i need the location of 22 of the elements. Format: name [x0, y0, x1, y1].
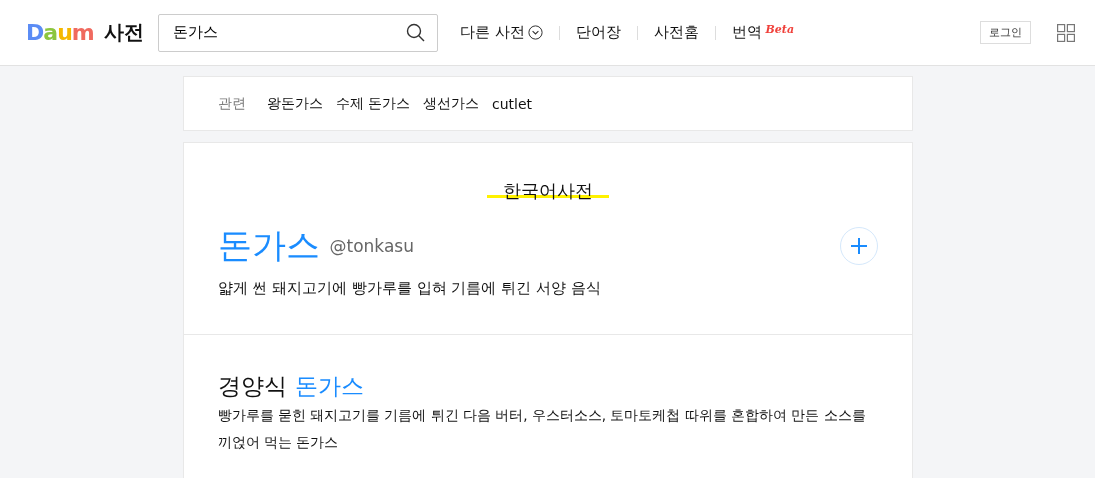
plus-icon: [849, 237, 868, 255]
search-icon[interactable]: [405, 22, 426, 43]
meaning-text: 얇게 썬 돼지고기에 빵가루를 입혀 기름에 튀긴 서양 음식: [217, 279, 602, 298]
login-button[interactable]: 로그인: [980, 21, 1031, 44]
subentry-prefix: 경양식: [217, 372, 287, 401]
nav-link[interactable]: 단어장: [575, 23, 621, 42]
chevron-down-icon[interactable]: [527, 25, 543, 40]
related-label: 관련: [217, 94, 246, 113]
apps-grid-icon[interactable]: [1057, 23, 1075, 42]
nav-link[interactable]: 번역: [731, 23, 762, 42]
related-link[interactable]: 수제 돈가스: [335, 94, 410, 113]
add-button[interactable]: [839, 227, 878, 265]
nav-link[interactable]: 다른 사전: [459, 23, 525, 42]
search-field[interactable]: 돈가스: [157, 13, 438, 52]
service-title[interactable]: 사전: [103, 19, 144, 46]
related-link[interactable]: cutlet: [491, 95, 532, 112]
related-link[interactable]: 생선가스: [422, 94, 479, 113]
related-link[interactable]: 왕돈가스: [266, 94, 323, 113]
subentry-meaning: 빵가루를 묻힌 돼지고기를 기름에 튀긴 다음 버터, 우스터소스, 토마토케첩 따위를 혼합하여 만든 소스를 끼얹어 먹는 돈가스: [217, 406, 867, 452]
beta-label: Beta: [765, 23, 795, 36]
nav-link[interactable]: 사전홈: [653, 23, 699, 42]
pronunciation: @tonkasu: [329, 236, 414, 256]
